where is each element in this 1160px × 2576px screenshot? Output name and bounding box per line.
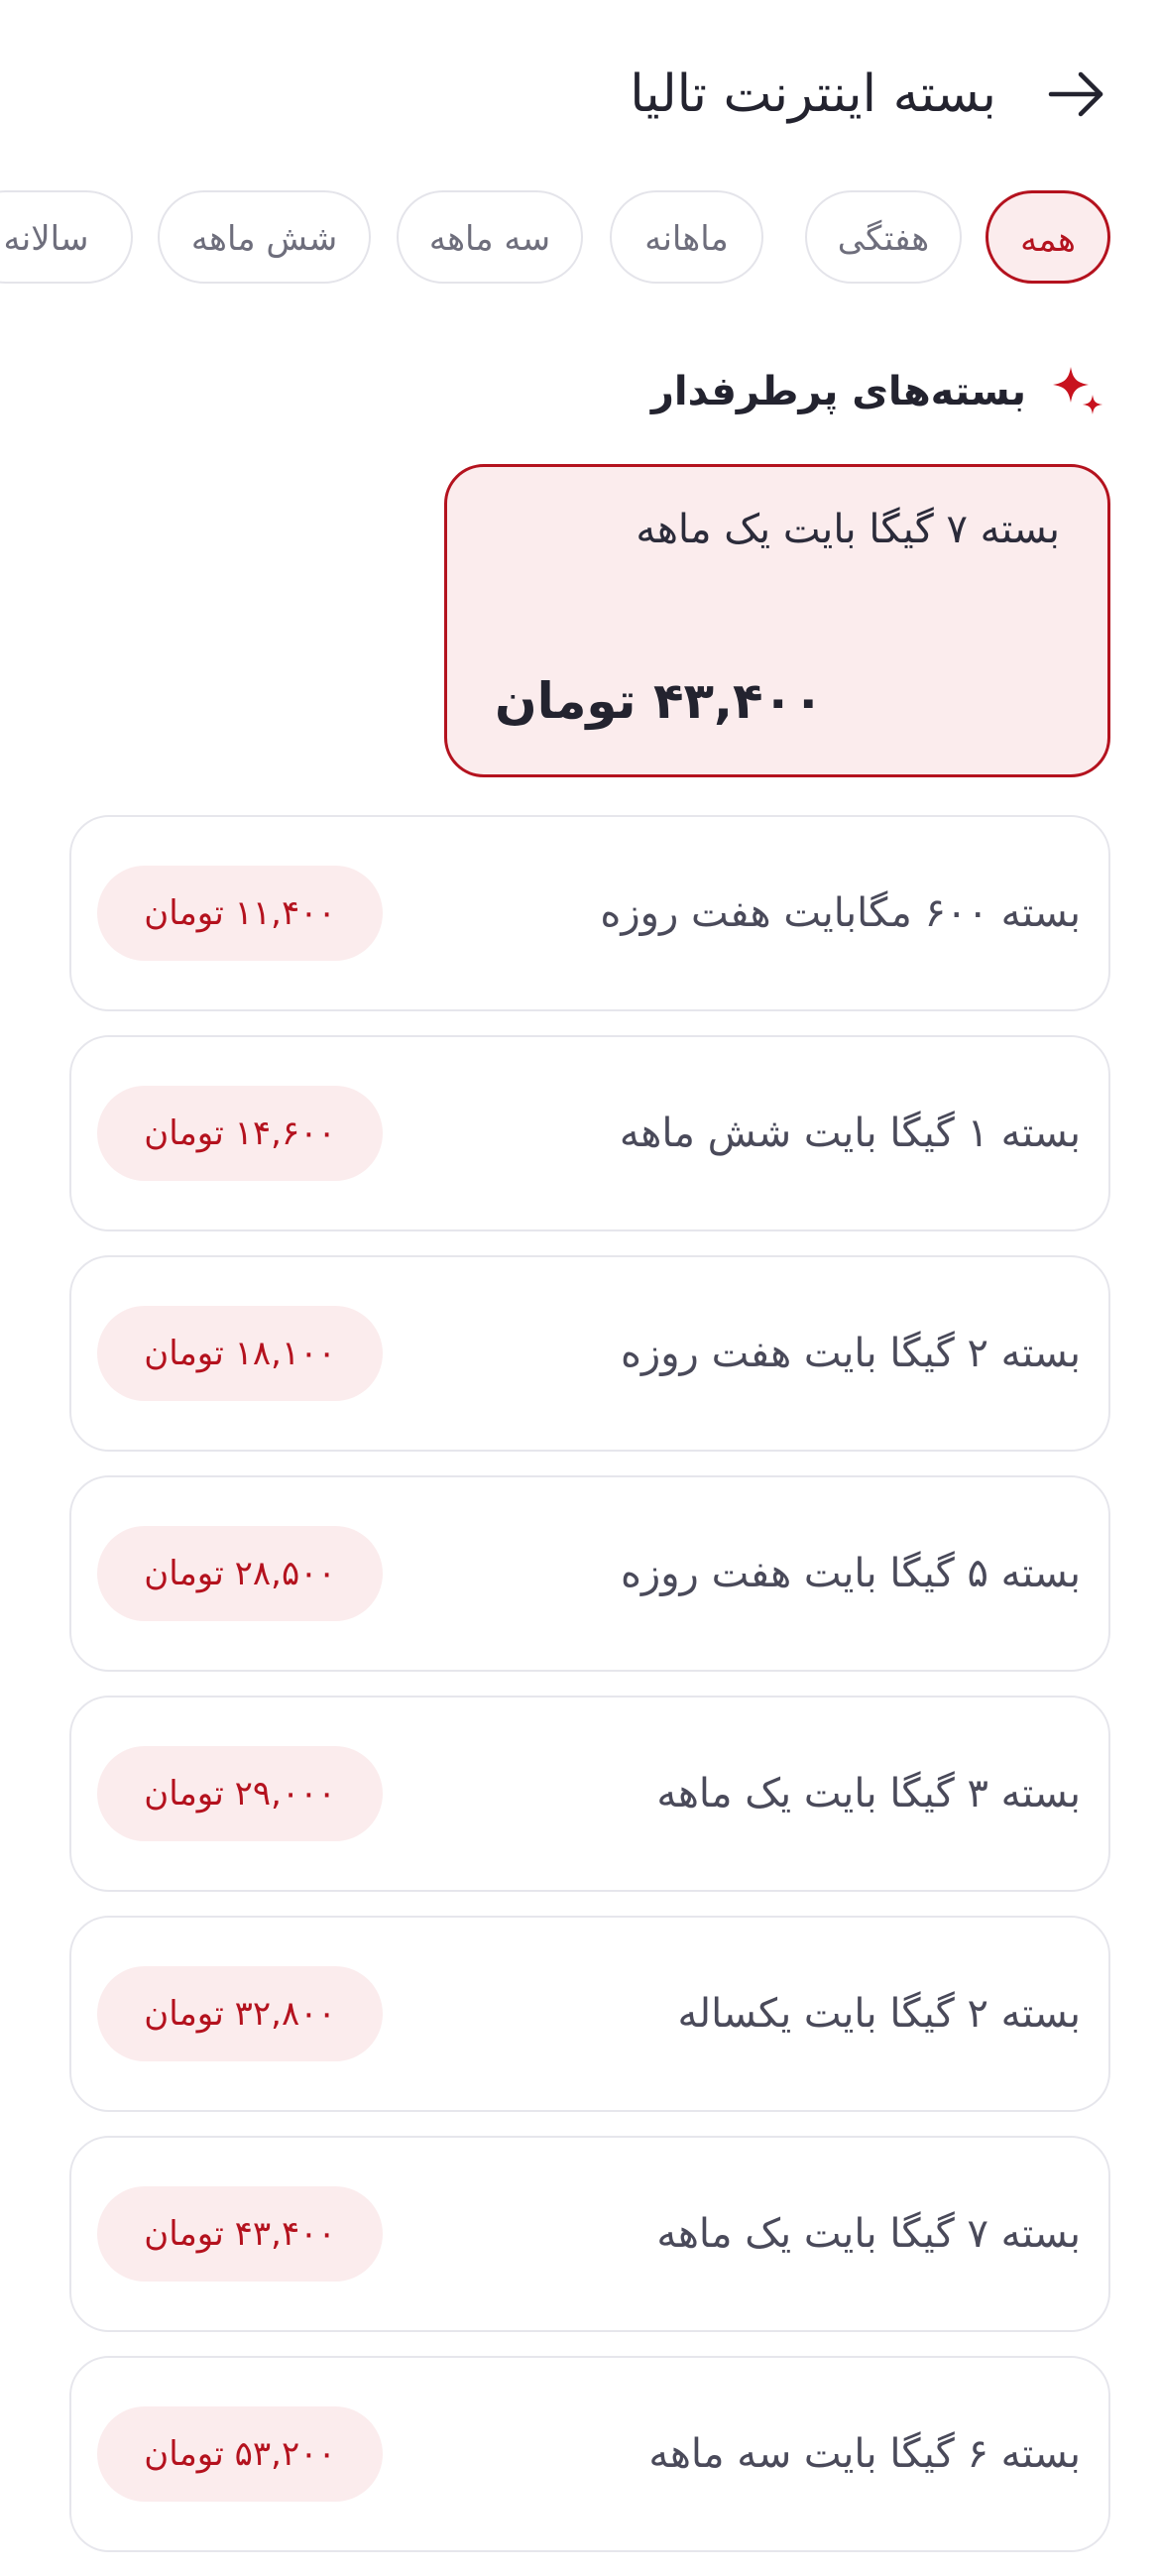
package-name: بسته ۶۰۰ مگابایت هفت روزه	[600, 890, 1081, 936]
tab-weekly[interactable]: هفتگی	[805, 190, 962, 284]
tab-monthly[interactable]: ماهانه	[610, 190, 763, 284]
package-name: بسته ۱ گیگا بایت شش ماهه	[619, 1111, 1081, 1156]
package-price-badge: ۲۹,۰۰۰ تومان	[97, 1746, 383, 1841]
featured-package-price: ۴۳,۴۰۰ تومان	[495, 672, 824, 730]
package-item[interactable]: بسته ۲ گیگا بایت هفت روزه ۱۸,۱۰۰ تومان	[69, 1255, 1110, 1452]
package-item[interactable]: بسته ۶۰۰ مگابایت هفت روزه ۱۱,۴۰۰ تومان	[69, 815, 1110, 1011]
package-item[interactable]: بسته ۱ گیگا بایت شش ماهه ۱۴,۶۰۰ تومان	[69, 1035, 1110, 1231]
page-title: بسته اینترنت تالیا	[630, 64, 996, 124]
package-item[interactable]: بسته ۷ گیگا بایت یک ماهه ۴۳,۴۰۰ تومان	[69, 2136, 1110, 2332]
package-name: بسته ۷ گیگا بایت یک ماهه	[656, 2211, 1081, 2257]
popular-section-header: بسته‌های پرطرفدار	[516, 357, 1110, 426]
tab-six-months[interactable]: شش ماهه	[158, 190, 371, 284]
package-name: بسته ۳ گیگا بایت یک ماهه	[656, 1771, 1081, 1816]
package-price-badge: ۲۸,۵۰۰ تومان	[97, 1526, 383, 1621]
package-list: بسته ۶۰۰ مگابایت هفت روزه ۱۱,۴۰۰ تومان ب…	[69, 815, 1110, 2576]
package-item[interactable]: بسته ۲ گیگا بایت یکساله ۳۲,۸۰۰ تومان	[69, 1916, 1110, 2112]
package-name: بسته ۶ گیگا بایت سه ماهه	[648, 2431, 1081, 2477]
tab-all[interactable]: همه	[986, 190, 1110, 284]
package-name: بسته ۵ گیگا بایت هفت روزه	[620, 1551, 1081, 1596]
package-price-badge: ۱۸,۱۰۰ تومان	[97, 1306, 383, 1401]
header: بسته اینترنت تالیا	[0, 50, 1160, 139]
featured-package-name: بسته ۷ گیگا بایت یک ماهه	[636, 507, 1060, 552]
package-item[interactable]: بسته ۶ گیگا بایت سه ماهه ۵۳,۲۰۰ تومان	[69, 2356, 1110, 2552]
package-price-badge: ۳۲,۸۰۰ تومان	[97, 1966, 383, 2061]
package-item[interactable]: بسته ۵ گیگا بایت هفت روزه ۲۸,۵۰۰ تومان	[69, 1475, 1110, 1672]
tab-three-months[interactable]: سه ماهه	[397, 190, 583, 284]
filter-tabs: همه هفتگی ماهانه سه ماهه شش ماهه سالانه	[0, 190, 1160, 286]
package-price-badge: ۵۳,۲۰۰ تومان	[97, 2406, 383, 2502]
package-price-badge: ۴۳,۴۰۰ تومان	[97, 2186, 383, 2282]
package-price-badge: ۱۱,۴۰۰ تومان	[97, 866, 383, 961]
package-name: بسته ۲ گیگا بایت هفت روزه	[620, 1331, 1081, 1376]
section-title: بسته‌های پرطرفدار	[650, 369, 1026, 414]
package-name: بسته ۲ گیگا بایت یکساله	[677, 1991, 1081, 2037]
sparkle-icon	[1053, 367, 1102, 414]
featured-package-card[interactable]: بسته ۷ گیگا بایت یک ماهه ۴۳,۴۰۰ تومان	[444, 464, 1110, 777]
back-button[interactable]	[1041, 59, 1110, 129]
package-price-badge: ۱۴,۶۰۰ تومان	[97, 1086, 383, 1181]
package-item[interactable]: بسته ۳ گیگا بایت یک ماهه ۲۹,۰۰۰ تومان	[69, 1696, 1110, 1892]
arrow-right-icon	[1048, 71, 1103, 117]
tab-yearly[interactable]: سالانه	[0, 190, 133, 284]
